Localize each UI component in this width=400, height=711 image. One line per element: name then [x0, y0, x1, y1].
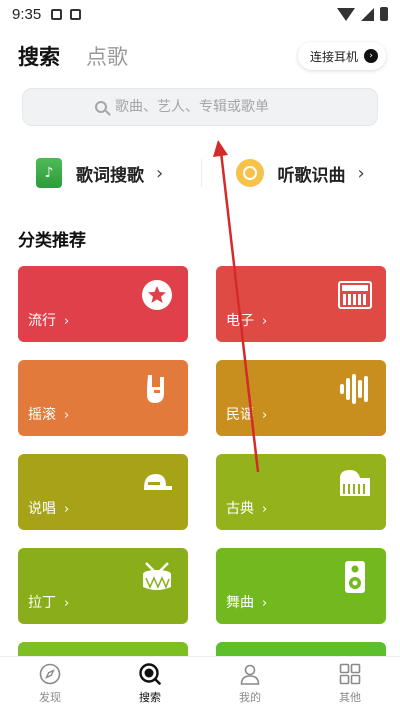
status-time: 9:35	[12, 5, 42, 23]
category-label: 说唱	[28, 501, 56, 517]
sound-wave-icon	[338, 374, 372, 404]
keyboard-synth-icon	[338, 280, 372, 310]
chevron-right-icon: ›	[64, 314, 70, 329]
category-card-partial[interactable]	[18, 642, 188, 656]
category-card-partial[interactable]	[216, 642, 386, 656]
category-label: 摇滚	[28, 407, 56, 423]
category-label: 古典	[226, 501, 254, 517]
category-label: 民谣	[226, 407, 254, 423]
battery-icon	[380, 7, 388, 21]
signal-icon	[361, 7, 374, 21]
tab-search[interactable]: 搜索	[18, 41, 60, 71]
person-icon	[240, 664, 260, 685]
header: 搜索 点歌 连接耳机 ›	[18, 38, 386, 74]
search-bar[interactable]	[22, 88, 378, 126]
chevron-right-icon: ›	[64, 502, 70, 517]
connect-headphones-label: 连接耳机	[309, 49, 358, 64]
category-card-rap[interactable]: 说唱 ›	[18, 454, 188, 530]
section-title: 分类推荐	[18, 231, 86, 251]
nav-label: 发现	[39, 691, 61, 704]
lyric-note-icon: ♪	[36, 158, 62, 188]
lyric-search-label: 歌词搜歌	[76, 165, 144, 186]
song-recognition-button[interactable]: 听歌识曲 ›	[200, 159, 400, 187]
compass-icon	[39, 663, 61, 685]
nav-mine[interactable]: 我的	[200, 657, 300, 711]
chevron-right-icon: ›	[156, 162, 164, 184]
cap-icon	[140, 468, 174, 498]
chevron-right-icon: ›	[262, 314, 268, 329]
tab-request-song[interactable]: 点歌	[86, 41, 128, 71]
chevron-right-icon: ›	[364, 49, 378, 63]
nav-search[interactable]: 搜索	[100, 657, 200, 711]
chevron-right-icon: ›	[64, 596, 70, 611]
listen-icon	[235, 159, 264, 187]
grid-icon	[339, 663, 361, 685]
category-label: 电子	[226, 313, 254, 329]
nav-label: 我的	[239, 691, 261, 704]
nav-label: 其他	[339, 691, 361, 704]
gallery-notification-icon	[51, 8, 63, 20]
category-label: 拉丁	[28, 595, 56, 611]
category-card-rock[interactable]: 摇滚 ›	[18, 360, 188, 436]
chevron-right-icon: ›	[262, 502, 268, 517]
song-recognition-label: 听歌识曲	[277, 165, 346, 186]
drum-icon	[140, 562, 174, 592]
star-badge-icon	[140, 280, 174, 310]
connect-headphones-button[interactable]: 连接耳机 ›	[297, 42, 386, 70]
chevron-right-icon: ›	[357, 162, 365, 184]
feature-row: ♪ 歌词搜歌 › 听歌识曲 ›	[0, 150, 400, 196]
search-input[interactable]	[115, 99, 305, 115]
category-label: 舞曲	[226, 595, 254, 611]
category-card-pop[interactable]: 流行 ›	[18, 266, 188, 342]
chevron-right-icon: ›	[262, 408, 268, 423]
search-circle-icon	[139, 663, 161, 685]
piano-icon	[338, 468, 372, 498]
category-card-dance[interactable]: 舞曲 ›	[216, 548, 386, 624]
nav-other[interactable]: 其他	[300, 657, 400, 711]
wifi-icon	[337, 7, 355, 21]
bottom-nav: 发现 搜索 我的 其他	[0, 656, 400, 711]
speaker-icon	[338, 561, 372, 593]
status-indicators	[337, 7, 388, 21]
category-card-latin[interactable]: 拉丁 ›	[18, 548, 188, 624]
nav-discover[interactable]: 发现	[0, 657, 100, 711]
chevron-right-icon: ›	[262, 596, 268, 611]
lyric-search-button[interactable]: ♪ 歌词搜歌 ›	[0, 158, 201, 188]
nav-label: 搜索	[139, 691, 161, 704]
app-notification-icon	[70, 8, 82, 20]
category-card-classical[interactable]: 古典 ›	[216, 454, 386, 530]
category-card-electronic[interactable]: 电子 ›	[216, 266, 386, 342]
category-card-folk[interactable]: 民谣 ›	[216, 360, 386, 436]
chevron-right-icon: ›	[64, 408, 70, 423]
category-label: 流行	[28, 313, 56, 329]
status-bar: 9:35	[0, 0, 400, 28]
rock-hand-icon	[140, 374, 174, 404]
search-icon	[95, 101, 107, 113]
